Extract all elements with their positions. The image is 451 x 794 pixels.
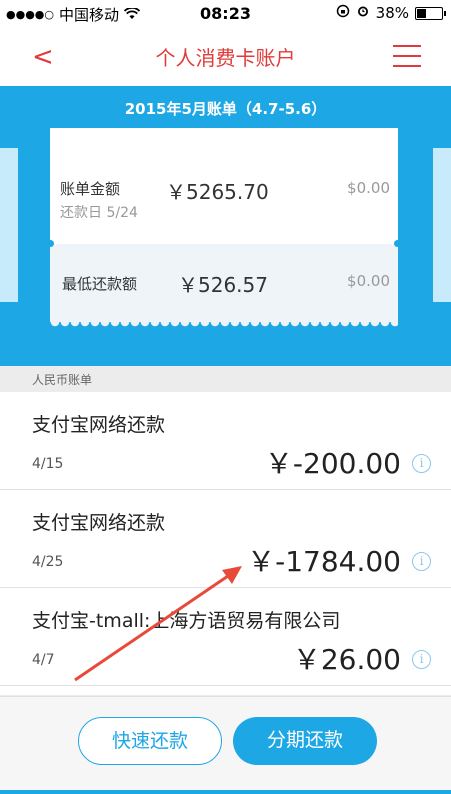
rotation-lock-icon (336, 4, 350, 22)
section-header: 人民币账单 (0, 366, 451, 392)
status-bar: ●●●●○ 中国移动 08:23 38% (0, 0, 451, 28)
menu-line (393, 45, 421, 47)
battery-percent: 38% (375, 4, 409, 22)
bill-amount-label: 账单金额 (60, 180, 121, 198)
due-date-label: 还款日 5/24 (60, 202, 138, 222)
alarm-icon (356, 4, 370, 22)
due-date-value: 5/24 (106, 205, 138, 221)
min-payment-label: 最低还款额 (62, 275, 138, 293)
transaction-date: 4/15 (32, 456, 64, 472)
due-date-caption: 还款日 (60, 205, 102, 221)
info-icon[interactable]: i (412, 552, 431, 571)
bill-card: 账单金额 还款日 5/24 ￥5265.70 $0.00 最低还款额 ￥526.… (47, 128, 401, 328)
info-icon[interactable]: i (412, 454, 431, 473)
min-payment-section: 最低还款额 ￥526.57 $0.00 (50, 244, 398, 328)
menu-line (393, 65, 421, 67)
transaction-amount: ￥-1784.00 (247, 545, 401, 578)
menu-line (393, 55, 421, 57)
menu-icon[interactable] (393, 45, 421, 69)
nav-bar: < 个人消费卡账户 (0, 28, 451, 86)
list-item[interactable]: 支付宝-tmall:上海方语贸易有限公司 4/7 ￥26.00 i (0, 588, 451, 686)
page-title: 个人消费卡账户 (155, 46, 296, 70)
bill-amount-section: 账单金额 还款日 5/24 ￥5265.70 $0.00 (50, 128, 398, 244)
status-right: 38% (336, 4, 446, 22)
ticket-notch-left (47, 240, 54, 247)
bottom-accent-strip (0, 790, 451, 794)
bill-period-title: 2015年5月账单（4.7-5.6） (124, 100, 327, 118)
transaction-amount: ￥-200.00 (264, 447, 401, 480)
bottom-action-bar: 快速还款 分期还款 (0, 696, 451, 794)
bill-amount-value: ￥5265.70 (166, 180, 269, 204)
list-item[interactable]: 支付宝网络还款 4/15 ￥-200.00 i (0, 392, 451, 490)
transaction-name: 支付宝网络还款 (32, 414, 166, 436)
ticket-serrated-edge (50, 322, 398, 328)
transaction-amount: ￥26.00 (292, 643, 401, 676)
min-payment-value: ￥526.57 (178, 273, 268, 297)
min-payment-paid: $0.00 (347, 272, 390, 290)
previous-bill-card[interactable] (0, 148, 18, 302)
battery-icon (415, 6, 446, 20)
transaction-name: 支付宝-tmall:上海方语贸易有限公司 (32, 610, 341, 632)
installment-repay-button[interactable]: 分期还款 (233, 717, 377, 765)
transaction-list: 支付宝网络还款 4/15 ￥-200.00 i 支付宝网络还款 4/25 ￥-1… (0, 392, 451, 695)
transaction-date: 4/7 (32, 652, 55, 668)
ticket-notch-right (394, 240, 401, 247)
bill-amount-paid: $0.00 (347, 179, 390, 197)
list-item[interactable]: 支付宝网络还款 4/25 ￥-1784.00 i (0, 490, 451, 588)
transaction-date: 4/25 (32, 554, 64, 570)
transaction-name: 支付宝网络还款 (32, 512, 166, 534)
quick-repay-button[interactable]: 快速还款 (78, 717, 222, 765)
bill-summary: 2015年5月账单（4.7-5.6） 账单金额 还款日 5/24 ￥5265.7… (0, 86, 451, 366)
next-bill-card[interactable] (433, 148, 451, 302)
battery-fill (417, 8, 427, 18)
info-icon[interactable]: i (412, 650, 431, 669)
